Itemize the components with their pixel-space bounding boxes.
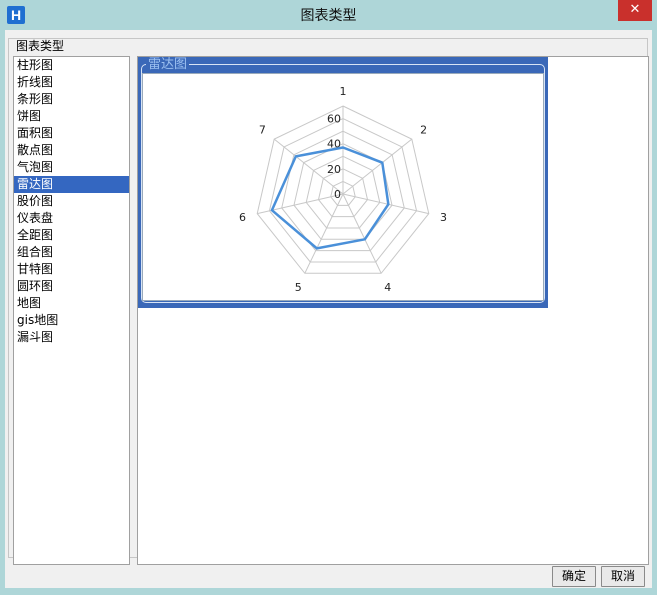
chart-type-item[interactable]: 组合图	[14, 244, 129, 261]
chart-type-item[interactable]: 气泡图	[14, 159, 129, 176]
radial-tick-label: 20	[327, 163, 341, 176]
category-label: 1	[340, 85, 347, 98]
chart-type-item[interactable]: 面积图	[14, 125, 129, 142]
ok-button[interactable]: 确定	[552, 566, 596, 587]
category-label: 3	[440, 211, 447, 224]
radar-chart-svg: 02040601234567	[239, 85, 447, 294]
radial-tick-label: 60	[327, 113, 341, 126]
category-label: 4	[384, 281, 391, 294]
title-bar: H 图表类型 ✕	[0, 0, 657, 30]
chart-type-item[interactable]: 地图	[14, 295, 129, 312]
radial-tick-label: 0	[334, 188, 341, 201]
dialog-body: 图表类型 柱形图 折线图 条形图 饼图 面积图 散点图 气泡图 雷达图 股价图 仪表盘 全距图 组合图…	[5, 30, 652, 588]
chart-preview-card[interactable]: 雷达图 0 20 40 60 1 2 3 4 5 6 7	[138, 57, 548, 308]
chart-type-item[interactable]: 甘特图	[14, 261, 129, 278]
chart-type-item[interactable]: 圆环图	[14, 278, 129, 295]
chart-type-item[interactable]: 散点图	[14, 142, 129, 159]
chart-type-item[interactable]: 仪表盘	[14, 210, 129, 227]
chart-type-item[interactable]: 雷达图	[14, 176, 129, 193]
category-label: 7	[259, 124, 266, 137]
chart-type-item[interactable]: gis地图	[14, 312, 129, 329]
chart-preview-area: 雷达图 0 20 40 60 1 2 3 4 5 6 7	[137, 56, 649, 565]
cancel-button[interactable]: 取消	[601, 566, 645, 587]
chart-type-item[interactable]: 饼图	[14, 108, 129, 125]
chart-type-item[interactable]: 折线图	[14, 74, 129, 91]
close-button[interactable]: ✕	[618, 0, 652, 21]
radar-chart: 0 20 40 60 1 2 3 4 5 6 7	[142, 73, 544, 301]
window-title: 图表类型	[300, 8, 357, 24]
group-label: 图表类型	[15, 39, 66, 53]
chart-type-item[interactable]: 全距图	[14, 227, 129, 244]
chart-type-item[interactable]: 股价图	[14, 193, 129, 210]
preview-title: 雷达图	[146, 57, 190, 72]
chart-type-list[interactable]: 柱形图 折线图 条形图 饼图 面积图 散点图 气泡图 雷达图 股价图 仪表盘 全距图 组合图 甘特图 圆环…	[13, 56, 130, 565]
chart-type-group: 图表类型 柱形图 折线图 条形图 饼图 面积图 散点图 气泡图 雷达图 股价图 仪表盘 全距图 组合图…	[8, 38, 649, 565]
category-label: 6	[239, 211, 246, 224]
radar-spoke	[257, 193, 344, 215]
category-label: 5	[295, 281, 302, 294]
category-label: 2	[420, 124, 427, 137]
chart-type-item[interactable]: 条形图	[14, 91, 129, 108]
chart-type-item[interactable]: 柱形图	[14, 57, 129, 74]
chart-type-item[interactable]: 漏斗图	[14, 329, 129, 346]
radar-spoke	[342, 193, 429, 215]
